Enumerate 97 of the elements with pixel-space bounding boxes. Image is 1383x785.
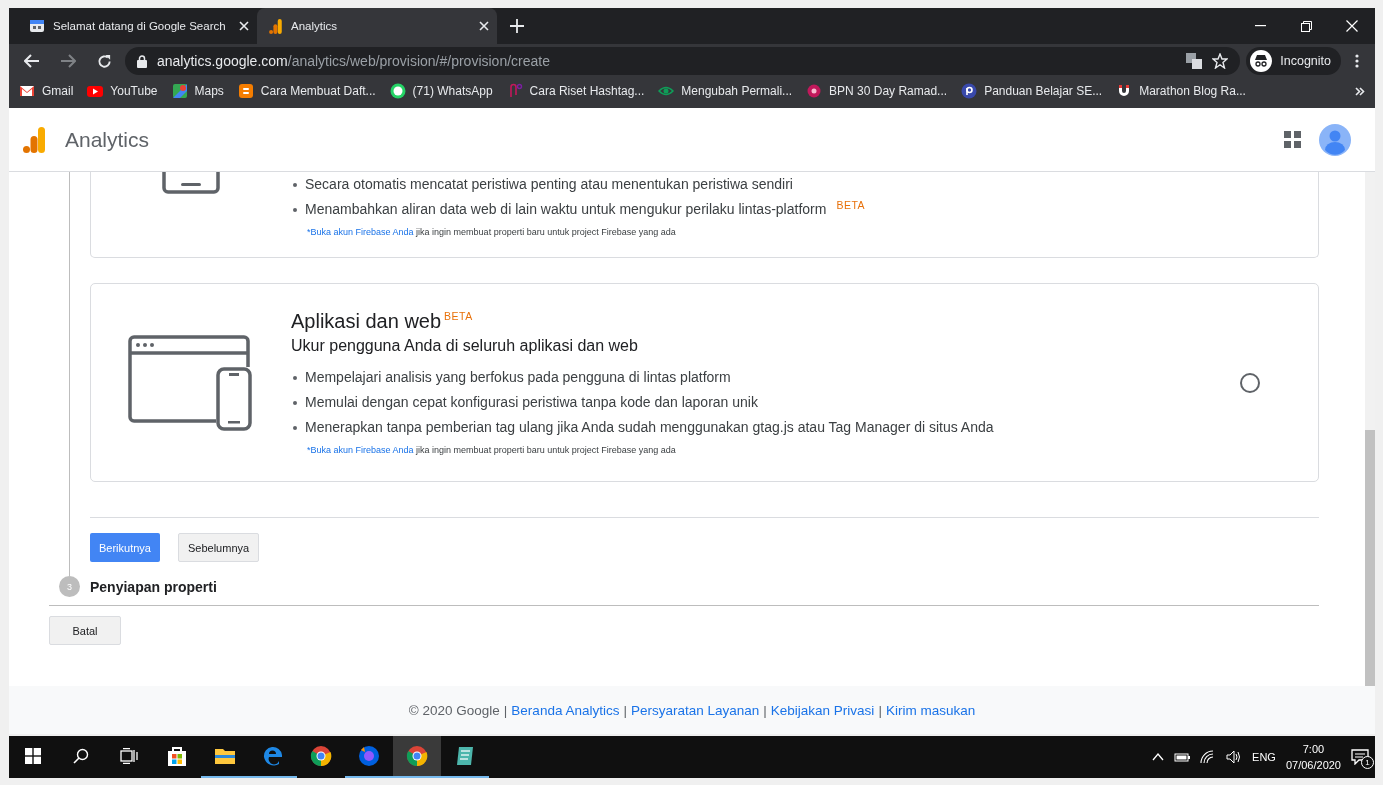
scrollbar-thumb[interactable]: [1365, 430, 1375, 686]
back-arrow-icon[interactable]: [24, 54, 40, 68]
bookmark[interactable]: (71) WhatsApp: [389, 83, 493, 99]
translate-icon[interactable]: [1186, 53, 1203, 69]
bullet-text: Secara otomatis mencatat peristiwa penting atau menentukan peristiwa sendiri: [305, 175, 793, 194]
chevrons-icon[interactable]: [1355, 87, 1365, 96]
speaker-icon[interactable]: [1226, 750, 1243, 764]
footer-link[interactable]: Kirim masukan: [885, 702, 976, 718]
bar-chart-icon: [269, 18, 283, 34]
avatar-icon[interactable]: [1319, 123, 1351, 156]
close-icon[interactable]: [479, 21, 489, 31]
bookmark[interactable]: Maps: [171, 83, 224, 99]
incognito-profile[interactable]: Incognito: [1246, 47, 1341, 75]
edge-icon[interactable]: [261, 744, 285, 768]
bookmark[interactable]: Cara Membuat Daft...: [237, 83, 376, 99]
browser-icon[interactable]: [405, 744, 429, 768]
minimize-icon[interactable]: [1254, 25, 1266, 27]
previous-button[interactable]: Sebelumnya: [178, 533, 260, 562]
app-title: Analytics: [65, 127, 151, 152]
globe-icon[interactable]: [357, 744, 381, 768]
beta-label: BETA: [836, 198, 866, 213]
mail-icon: [19, 83, 35, 99]
chat-icon: [389, 83, 406, 99]
card-title: Aplikasi dan web: [291, 310, 442, 333]
notification-icon[interactable]: [1351, 749, 1369, 765]
step-number: 3: [59, 576, 80, 597]
scrollbar[interactable]: [1365, 172, 1375, 686]
restore-icon[interactable]: [1300, 20, 1312, 32]
language-indicator[interactable]: ENG: [1252, 751, 1276, 763]
play-icon: [87, 83, 104, 99]
browser-and-phone-icon: [128, 334, 254, 431]
blog-icon: [237, 83, 254, 99]
note-text: jika ingin membuat properti baru untuk project Firebase yang ada: [416, 445, 676, 455]
bullet-icon: [293, 208, 297, 212]
card-subtitle: Ukur pengguna Anda di seluruh aplikasi dan web: [291, 337, 639, 355]
device-icon: [162, 172, 220, 194]
forward-arrow-icon[interactable]: [60, 54, 76, 68]
search-icon[interactable]: [73, 748, 89, 764]
beta-label: BETA: [444, 310, 473, 322]
separator: |: [503, 702, 508, 718]
browser-tab[interactable]: Selamat datang di Google Search: [17, 8, 257, 44]
separator: |: [623, 702, 627, 718]
firebase-link[interactable]: *Buka akun Firebase Anda: [307, 445, 414, 455]
reload-icon[interactable]: [96, 53, 112, 69]
browser-tab[interactable]: Analytics: [257, 8, 497, 44]
incognito-icon: [1250, 50, 1273, 72]
bullet-icon: [293, 401, 297, 405]
footer-link[interactable]: Kebijakan Privasi: [770, 702, 875, 718]
address-bar[interactable]: analytics.google.com/analytics/web/provision/#/provision/create: [125, 47, 1241, 75]
bullet-icon: [293, 426, 297, 430]
bookmark[interactable]: YouTube: [87, 83, 158, 99]
chevron-up-icon[interactable]: [1152, 753, 1165, 761]
bullet-text: Mempelajari analisis yang berfokus pada pengguna di lintas platform: [305, 368, 731, 387]
bookmark[interactable]: Marathon Blog Ra...: [1116, 83, 1246, 99]
url-path: /analytics/web/provision/#/provision/create: [287, 53, 551, 69]
option-card[interactable]: [90, 283, 1319, 482]
apps-grid-icon[interactable]: [1284, 131, 1301, 148]
notification-count: 1: [1361, 756, 1374, 769]
copyright-text: © 2020 Google: [408, 702, 500, 718]
bookmark[interactable]: Panduan Belajar SE...: [961, 83, 1103, 99]
circle-icon: [806, 83, 823, 99]
browser-icon[interactable]: [309, 744, 333, 768]
logo-icon: [23, 126, 47, 153]
cancel-button[interactable]: Batal: [49, 616, 121, 645]
bookmark[interactable]: Mengubah Permali...: [658, 83, 793, 99]
separator: |: [763, 702, 767, 718]
bullet-text: Menambahkan aliran data web di lain waktu untuk mengukur perilaku lintas-platform: [305, 200, 827, 219]
windows-start-icon[interactable]: [25, 748, 41, 764]
bullet-icon: [293, 376, 297, 380]
plus-icon[interactable]: [510, 19, 524, 33]
bookmark[interactable]: Gmail: [19, 83, 74, 99]
close-icon[interactable]: [239, 21, 249, 31]
circle-icon: [961, 83, 978, 99]
firebase-link[interactable]: *Buka akun Firebase Anda: [307, 227, 414, 237]
url-domain: analytics.google.com: [157, 53, 288, 69]
option-card[interactable]: [90, 172, 1319, 258]
bookmark[interactable]: Cara Riset Hashtag...: [506, 83, 645, 99]
battery-icon[interactable]: [1174, 752, 1191, 762]
bullet-text: Memulai dengan cepat konfigurasi peristiwa tanpa kode dan laporan unik: [305, 393, 758, 412]
radio-button[interactable]: [1240, 372, 1260, 393]
footer-link[interactable]: Persyaratan Layanan: [630, 702, 760, 718]
bullet-text: Menerapkan tanpa pemberian tag ulang jika Anda sudah menggunakan gtag.js atau Tag Manager di situs Anda: [305, 418, 994, 437]
star-icon[interactable]: [1212, 53, 1229, 69]
footer-link[interactable]: Beranda Analytics: [511, 702, 620, 718]
bookmark[interactable]: BPN 30 Day Ramad...: [806, 83, 948, 99]
more-menu-icon[interactable]: [1355, 54, 1359, 68]
lock-icon: [137, 54, 147, 68]
task-view-icon[interactable]: [120, 748, 138, 764]
calendar-icon: [29, 19, 45, 33]
note-text: jika ingin membuat properti baru untuk project Firebase yang ada: [416, 227, 676, 237]
separator: |: [878, 702, 882, 718]
next-button[interactable]: Berikutnya: [90, 533, 160, 562]
step-label: Penyiapan properti: [90, 578, 217, 595]
bullet-icon: [293, 183, 297, 187]
clock[interactable]: 7:00 07/06/2020: [1285, 741, 1341, 773]
shopping-bag-icon[interactable]: [165, 744, 189, 768]
map-pin-icon: [171, 83, 188, 99]
